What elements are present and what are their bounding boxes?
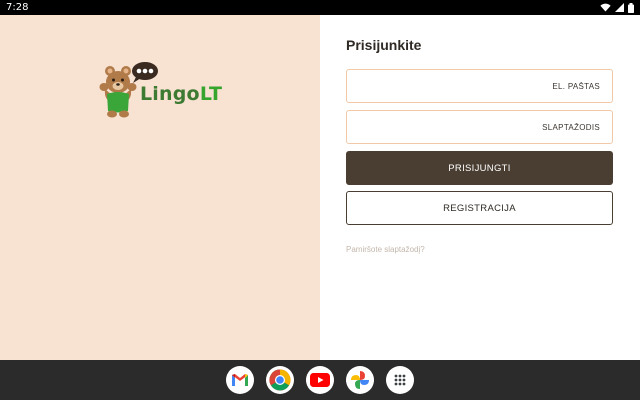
- brand-panel: LingoLT: [0, 15, 320, 360]
- login-panel: Prisijunkite PRISIJUNGTI REGISTRACIJA Pa…: [320, 15, 640, 360]
- email-field-container: [346, 69, 613, 103]
- gmail-icon[interactable]: [226, 366, 254, 394]
- email-field[interactable]: [347, 70, 612, 102]
- password-field[interactable]: [347, 111, 612, 143]
- status-bar: 7:28: [0, 0, 640, 15]
- youtube-icon[interactable]: [306, 366, 334, 394]
- status-time: 7:28: [6, 2, 29, 13]
- password-field-container: [346, 110, 613, 144]
- app-dock: [226, 366, 414, 394]
- page-title: Prisijunkite: [346, 37, 422, 53]
- login-button[interactable]: PRISIJUNGTI: [346, 151, 613, 185]
- logo-text-lingo: Lingo: [140, 83, 200, 105]
- forgot-password-link[interactable]: Pamiršote slaptažodį?: [346, 245, 425, 254]
- speech-bubble-icon: [132, 62, 158, 83]
- signal-icon: [615, 3, 624, 12]
- app-drawer-icon[interactable]: [386, 366, 414, 394]
- status-icons: [600, 2, 634, 13]
- logo-text-lt: LT: [199, 83, 223, 105]
- photos-icon[interactable]: [346, 366, 374, 394]
- battery-icon: [628, 2, 634, 13]
- wifi-icon: [600, 3, 611, 12]
- logo-wordmark: LingoLT: [140, 83, 222, 105]
- register-button[interactable]: REGISTRACIJA: [346, 191, 613, 225]
- taskbar: [0, 360, 640, 400]
- chrome-icon[interactable]: [266, 366, 294, 394]
